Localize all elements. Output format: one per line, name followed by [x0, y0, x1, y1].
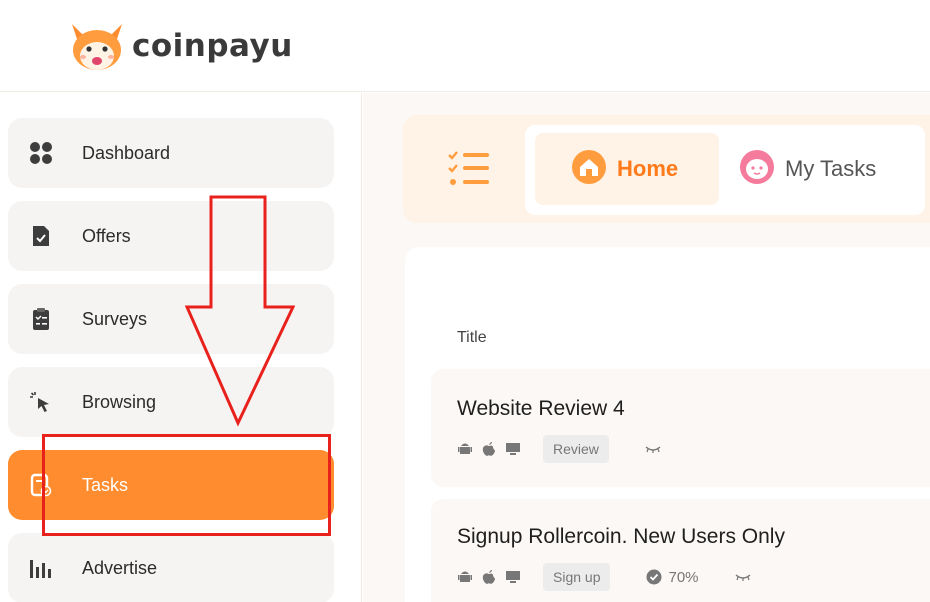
mytasks-face-icon	[739, 149, 775, 190]
surveys-icon	[28, 306, 54, 332]
top-header: coinpayu	[0, 0, 930, 92]
main-panel: Home My Tasks Title Website Review 4 Rev…	[363, 93, 930, 602]
task-category-tag: Review	[543, 435, 609, 463]
dashboard-icon	[28, 140, 54, 166]
tab-home[interactable]: Home	[535, 133, 719, 205]
squirrel-mascot-icon	[72, 24, 122, 70]
annotation-highlight-box	[42, 434, 331, 536]
task-category-tag: Sign up	[543, 563, 611, 591]
task-meta: Review	[457, 435, 661, 463]
brand-logo[interactable]: coinpayu	[68, 18, 293, 74]
apple-icon	[481, 441, 497, 457]
tab-label: My Tasks	[785, 156, 877, 181]
task-list-card: Title Website Review 4 Review Signup Rol…	[405, 247, 930, 602]
task-list-icon[interactable]	[447, 149, 491, 189]
sidebar-item-label: Offers	[82, 225, 131, 246]
annotation-arrow	[185, 195, 295, 427]
sidebar-item-advertise[interactable]: Advertise	[8, 533, 334, 602]
task-title: Signup Rollercoin. New Users Only	[457, 525, 785, 548]
cursor-click-icon	[28, 389, 54, 415]
android-icon	[457, 441, 473, 457]
hide-eye-icon[interactable]	[645, 444, 661, 454]
task-meta: Sign up 70%	[457, 563, 751, 591]
tab-my-tasks[interactable]: My Tasks	[733, 133, 913, 205]
success-rate-value: 70%	[668, 568, 699, 586]
task-row[interactable]: Signup Rollercoin. New Users Only Sign u…	[431, 499, 930, 602]
tab-strip: Home My Tasks	[525, 125, 925, 215]
offers-icon	[28, 223, 54, 249]
tab-bar-card: Home My Tasks	[403, 115, 930, 223]
home-icon	[571, 149, 607, 190]
brand-name: coinpayu	[132, 28, 293, 64]
android-icon	[457, 569, 473, 585]
sidebar-item-label: Advertise	[82, 557, 158, 578]
check-circle-icon	[646, 569, 662, 585]
success-rate: 70%	[646, 568, 699, 586]
task-row[interactable]: Website Review 4 Review	[431, 369, 930, 487]
desktop-icon	[505, 441, 521, 457]
task-title: Website Review 4	[457, 397, 625, 420]
bar-chart-icon	[28, 555, 54, 581]
tab-label: Home	[617, 156, 679, 181]
sidebar-item-label: Dashboard	[82, 142, 171, 163]
column-header-title: Title	[457, 329, 487, 346]
sidebar-item-label: Surveys	[82, 308, 148, 329]
apple-icon	[481, 569, 497, 585]
desktop-icon	[505, 569, 521, 585]
sidebar-item-label: Browsing	[82, 391, 157, 412]
sidebar-item-dashboard[interactable]: Dashboard	[8, 118, 334, 188]
hide-eye-icon[interactable]	[735, 572, 751, 582]
